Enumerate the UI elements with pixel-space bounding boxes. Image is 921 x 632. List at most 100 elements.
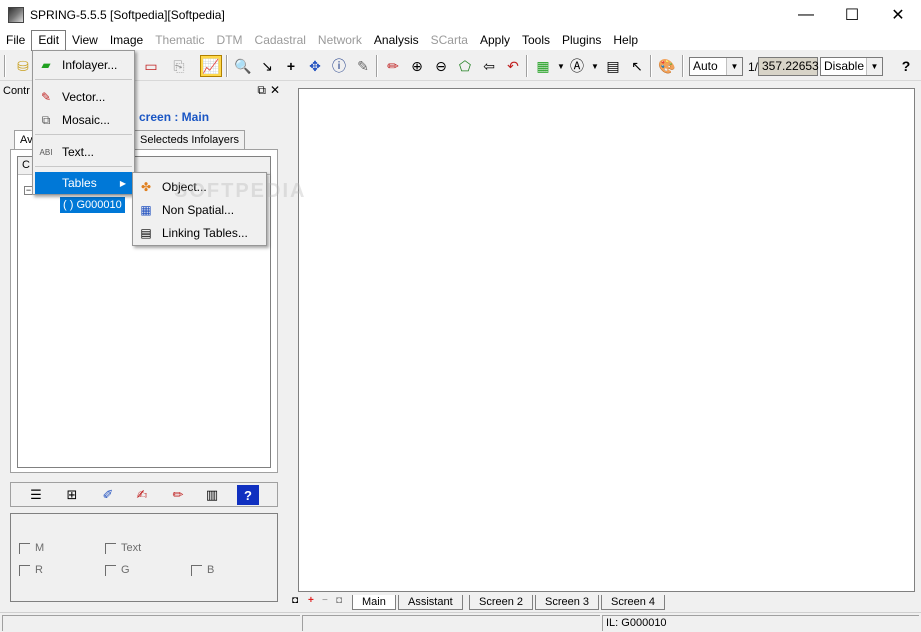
main-toolbar: ⛁ ▭ ⎘ 📈 🔍 ↘ + ✥ ⓘ ✎ ✏ ⊕ ⊖ ⬠ ⇦ ↶ ▦ ▼ Ⓐ ▼ …: [0, 51, 921, 81]
toolbar-separator: [650, 55, 652, 77]
panel-button-bar: ☰ ⊞ ✐ ✍ ✏ ▥ ?: [10, 482, 278, 507]
menu-network[interactable]: Network: [312, 30, 368, 51]
zoom-layer-icon[interactable]: ⊞: [61, 485, 83, 505]
cursor-plus-icon[interactable]: ↖: [626, 55, 648, 77]
back-arrow-icon[interactable]: ⇦: [478, 55, 500, 77]
add-screen-icon[interactable]: +: [308, 595, 314, 606]
menu-file[interactable]: File: [0, 30, 31, 51]
tab-main[interactable]: Main: [352, 595, 396, 610]
tab-screen-4[interactable]: Screen 4: [601, 595, 666, 610]
zoom-icon[interactable]: 🔍: [232, 55, 254, 77]
menu-tools[interactable]: Tools: [516, 30, 556, 51]
watermark: SOFTPEDIA: [174, 180, 307, 202]
menu-edit[interactable]: Edit: [31, 29, 67, 51]
disable-select[interactable]: Disable ▼: [820, 57, 883, 76]
chevron-down-icon: ▼: [726, 58, 742, 75]
toolbar-grip: [4, 55, 6, 77]
edit-tool-icon[interactable]: ✍: [131, 485, 153, 505]
pan-icon[interactable]: ✥: [304, 55, 326, 77]
tree-node[interactable]: ( ) G000010: [60, 197, 125, 213]
remove-screen-icon[interactable]: −: [322, 595, 328, 606]
menu-thematic[interactable]: Thematic: [149, 30, 210, 51]
menu-item-vector[interactable]: ✎ Vector...: [35, 86, 132, 108]
close-icon: ✕: [269, 83, 284, 97]
menu-item-mosaic[interactable]: ⧉ Mosaic...: [35, 109, 132, 131]
menu-image[interactable]: Image: [104, 30, 149, 51]
status-cell-1: [2, 615, 300, 631]
screen-label: creen : Main: [139, 110, 210, 124]
draw-icon[interactable]: ✏: [167, 485, 189, 505]
toolbar-separator: [226, 55, 228, 77]
menu-help[interactable]: Help: [607, 30, 644, 51]
auto-select[interactable]: Auto ▼: [689, 57, 743, 76]
menu-view[interactable]: View: [66, 30, 104, 51]
scale-field[interactable]: 357.22653: [758, 57, 819, 76]
properties-icon[interactable]: ▥: [201, 485, 223, 505]
drawing-canvas[interactable]: [298, 88, 915, 592]
help-icon[interactable]: ?: [237, 485, 259, 505]
menu-analysis[interactable]: Analysis: [368, 30, 425, 51]
crosshair-icon[interactable]: +: [280, 55, 302, 77]
minimize-button[interactable]: —: [783, 0, 829, 30]
grid-icon: ▦: [140, 203, 152, 217]
toolbar-separator: [376, 55, 378, 77]
list-icon[interactable]: ☰: [25, 485, 47, 505]
zoom-out-icon[interactable]: ⊖: [430, 55, 452, 77]
title-bar: SPRING-5.5.5 [Softpedia][Softpedia] — ☐ …: [0, 0, 921, 30]
checkbox-r[interactable]: R: [19, 564, 43, 576]
menu-apply[interactable]: Apply: [474, 30, 516, 51]
chart-icon[interactable]: 📈: [200, 55, 222, 77]
panel-controls[interactable]: ⧉✕: [257, 83, 284, 98]
zoom-area-icon[interactable]: ⬠: [454, 55, 476, 77]
infolayer-icon: ▰: [41, 58, 51, 72]
checkbox-m[interactable]: M: [19, 542, 44, 554]
close-button[interactable]: ✕: [875, 0, 921, 30]
vector-tool-icon[interactable]: ✐: [97, 485, 119, 505]
menu-item-infolayer[interactable]: ▰ Infolayer...: [35, 54, 132, 76]
display-icon[interactable]: ▭: [140, 55, 162, 77]
tab-selected-infolayers[interactable]: Selecteds Infolayers: [134, 130, 246, 150]
edit-menu: ▰ Infolayer... ✎ Vector... ⧉ Mosaic... A…: [32, 50, 135, 195]
status-info: IL: G000010: [602, 615, 919, 631]
menu-plugins[interactable]: Plugins: [556, 30, 607, 51]
select-arrow-icon[interactable]: ↘: [256, 55, 278, 77]
float-icon: ⧉: [257, 83, 270, 97]
object-icon: ✤: [140, 180, 152, 194]
disable-select-value: Disable: [824, 59, 865, 73]
save-icon[interactable]: ⎘: [168, 55, 190, 77]
database-icon[interactable]: ⛁: [12, 55, 34, 77]
scale-prefix: 1/: [748, 60, 759, 74]
ruler-icon[interactable]: ▤: [602, 55, 624, 77]
toolbar-separator: [682, 55, 684, 77]
menu-item-tables[interactable]: Tables ▶: [35, 172, 132, 194]
tab-assistant[interactable]: Assistant: [398, 595, 463, 610]
checkbox-b[interactable]: B: [191, 564, 214, 576]
tag-icon[interactable]: ✎: [352, 55, 374, 77]
zoom-in-icon[interactable]: ⊕: [406, 55, 428, 77]
help-icon[interactable]: ?: [895, 55, 917, 77]
maximize-button[interactable]: ☐: [829, 0, 875, 30]
status-cell-2: [302, 615, 600, 631]
tab-screen-3[interactable]: Screen 3: [535, 595, 600, 610]
toolbar-separator: [526, 55, 528, 77]
tab-screen-2[interactable]: Screen 2: [469, 595, 534, 610]
palette-icon[interactable]: 🎨: [656, 55, 678, 77]
pencil-icon[interactable]: ✏: [382, 55, 404, 77]
checkbox-text[interactable]: Text: [105, 542, 141, 554]
menu-cadastral[interactable]: Cadastral: [249, 30, 312, 51]
menu-dtm[interactable]: DTM: [211, 30, 249, 51]
window-title: SPRING-5.5.5 [Softpedia][Softpedia]: [30, 8, 225, 22]
status-bar: IL: G000010: [0, 612, 921, 632]
info-icon[interactable]: ⓘ: [328, 55, 350, 77]
menu-item-text[interactable]: ABI Text...: [35, 141, 132, 163]
auto-select-value: Auto: [693, 59, 718, 73]
undo-icon[interactable]: ↶: [502, 55, 524, 77]
checkbox-g[interactable]: G: [105, 564, 130, 576]
screen-menu-icon[interactable]: ◘: [336, 595, 342, 606]
menu-separator: [35, 166, 132, 167]
menu-item-linking-tables[interactable]: ▤ Linking Tables...: [135, 222, 264, 244]
menu-scarta[interactable]: SCarta: [425, 30, 474, 51]
text-icon: ABI: [39, 147, 53, 157]
chevron-down-icon: ▼: [866, 58, 882, 75]
first-icon[interactable]: ◘: [292, 595, 298, 606]
